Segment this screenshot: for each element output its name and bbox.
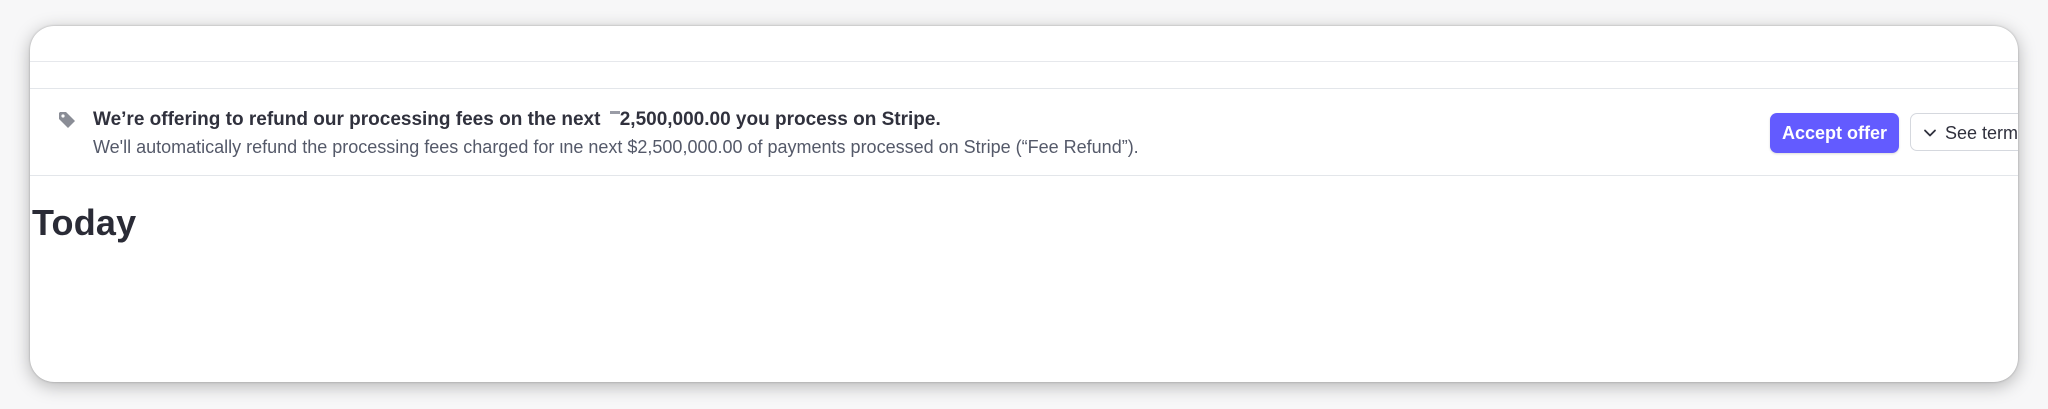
app-window: We’re offering to refund our processing … [30,26,2018,382]
banner-title-amount: 2,500,000.00 you process on Stripe. [619,109,941,130]
divider [30,61,2018,62]
screen: We’re offering to refund our processing … [0,0,2048,409]
tag-icon [59,112,75,128]
see-terms-label: See terms [1945,123,2018,143]
section-title-today: Today [32,202,137,243]
banner-description: We'll automatically refund the processin… [93,137,1139,157]
chevron-down-icon [1924,129,1936,137]
see-terms-button[interactable]: See terms [1910,113,2018,151]
banner-title-prefix: We’re offering to refund our processing … [93,109,606,130]
currency-symbol [609,111,620,114]
fee-refund-banner: We’re offering to refund our processing … [30,88,2018,176]
accept-offer-button[interactable]: Accept offer [1770,113,1900,153]
banner-title: We’re offering to refund our processing … [93,109,941,131]
